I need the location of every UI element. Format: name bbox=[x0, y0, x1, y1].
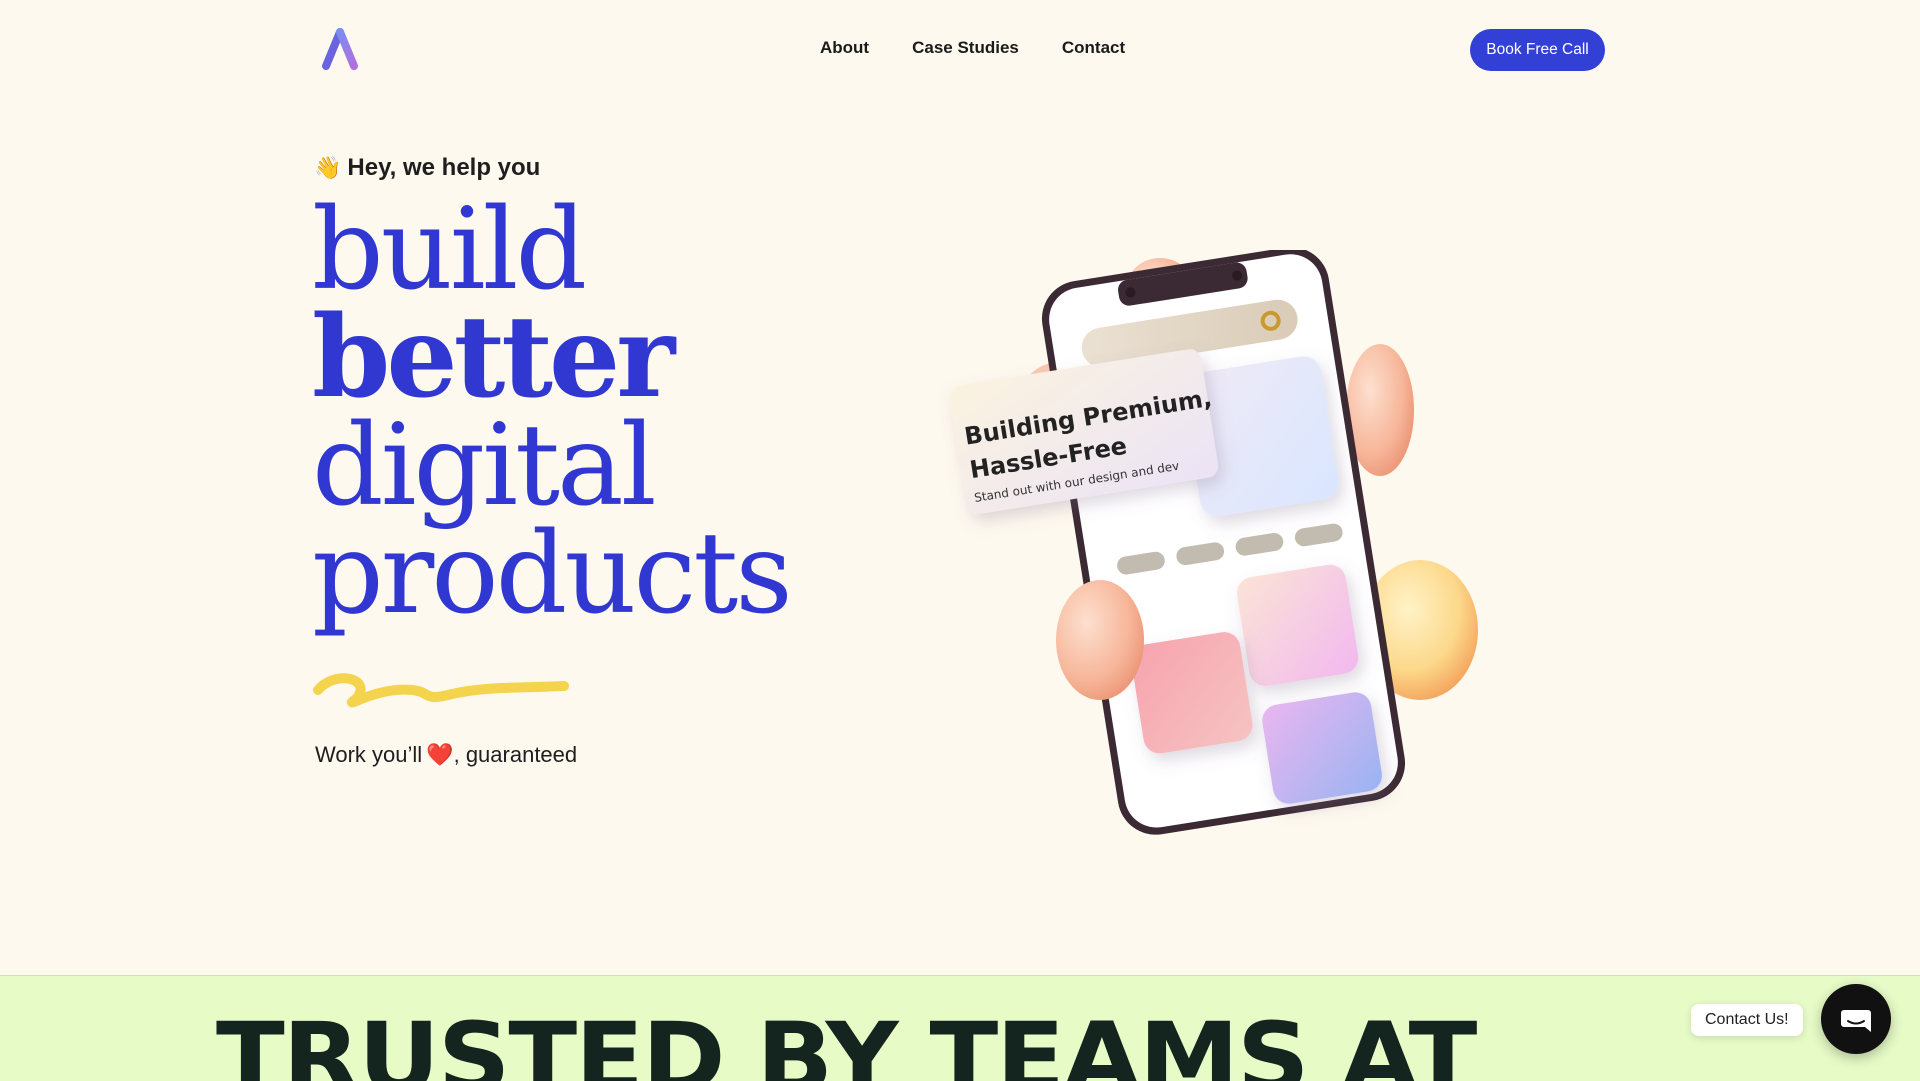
waving-hand-icon: 👋 bbox=[314, 155, 342, 180]
nav-case-studies[interactable]: Case Studies bbox=[912, 38, 1019, 58]
book-free-call-button[interactable]: Book Free Call bbox=[1470, 29, 1605, 71]
logo-icon[interactable] bbox=[318, 28, 362, 72]
contact-us-label[interactable]: Contact Us! bbox=[1691, 1004, 1803, 1036]
trusted-by-section: TRUSTED BY TEAMS AT bbox=[0, 975, 1920, 1081]
trusted-by-title: TRUSTED BY TEAMS AT bbox=[216, 1002, 1477, 1081]
nav-about[interactable]: About bbox=[820, 38, 869, 58]
hero-greeting: 👋 Hey, we help you bbox=[314, 154, 540, 182]
greeting-text: Hey, we help you bbox=[347, 154, 541, 181]
headline-line-2: better bbox=[312, 292, 675, 423]
main-nav: About Case Studies Contact bbox=[820, 38, 1125, 58]
heart-icon: ❤️ bbox=[426, 742, 454, 767]
hero-tagline: Work you’ll ❤️ , guaranteed bbox=[315, 742, 577, 768]
nav-contact[interactable]: Contact bbox=[1062, 38, 1125, 58]
yellow-squiggle-decoration bbox=[313, 673, 569, 708]
tagline-end: , guaranteed bbox=[453, 742, 578, 767]
headline-line-3: digital bbox=[312, 401, 657, 531]
phone-in-hand-illustration bbox=[949, 250, 1478, 835]
chat-launcher-button[interactable] bbox=[1821, 984, 1891, 1054]
tagline-start: Work you’ll bbox=[315, 742, 423, 767]
headline-line-1: build bbox=[312, 185, 587, 315]
hero-headline: build better digital products bbox=[312, 185, 793, 639]
headline-line-4: products bbox=[312, 509, 793, 639]
chat-bubble-icon bbox=[1841, 1009, 1871, 1032]
